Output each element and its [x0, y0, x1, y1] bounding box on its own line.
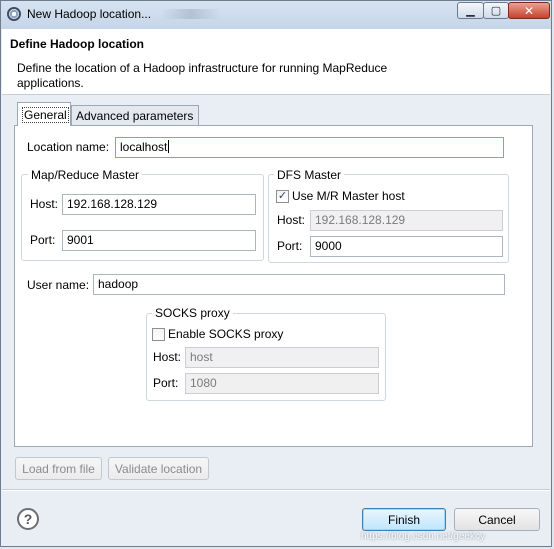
- mr-host-label: Host:: [30, 197, 59, 211]
- header-banner: Define Hadoop location Define the locati…: [2, 29, 550, 95]
- help-icon[interactable]: ?: [17, 508, 39, 530]
- user-name-label: User name:: [27, 278, 90, 292]
- validate-location-button[interactable]: Validate location: [108, 457, 209, 480]
- close-icon: ✕: [523, 3, 535, 18]
- text-caret: [168, 140, 170, 153]
- socks-proxy-legend: SOCKS proxy: [152, 306, 233, 320]
- tab-general-label: General: [22, 106, 69, 123]
- page-description: Define the location of a Hadoop infrastr…: [17, 61, 388, 90]
- minimize-button[interactable]: ▁: [457, 2, 484, 19]
- tab-advanced-parameters[interactable]: Advanced parameters: [71, 105, 199, 126]
- finish-button[interactable]: Finish: [362, 508, 446, 531]
- socks-host-label: Host:: [153, 350, 182, 364]
- maximize-icon: ▢: [490, 5, 502, 17]
- watermark-text: https://blog.csdn.net/geekcy: [361, 531, 485, 542]
- tab-general[interactable]: General: [17, 102, 71, 126]
- load-from-file-button[interactable]: Load from file: [15, 457, 102, 480]
- location-name-field[interactable]: localhost: [115, 137, 504, 158]
- socks-port-value: 1080: [190, 376, 217, 390]
- dialog-window: New Hadoop location... ▁ ▢ ✕ Define Hado…: [0, 0, 552, 547]
- mr-port-value: 9001: [67, 233, 94, 247]
- user-name-field[interactable]: hadoop: [93, 274, 505, 295]
- eclipse-icon: [7, 7, 21, 21]
- socks-host-value: host: [190, 350, 213, 364]
- maximize-button[interactable]: ▢: [483, 2, 509, 19]
- help-glyph: ?: [23, 511, 33, 527]
- socks-port-field[interactable]: 1080: [185, 373, 379, 394]
- use-mr-master-host-label: Use M/R Master host: [292, 189, 405, 203]
- location-name-value: localhost: [120, 140, 168, 154]
- footer-divider: [2, 489, 550, 491]
- mr-port-field[interactable]: 9001: [62, 230, 256, 251]
- dfs-host-value: 192.168.128.129: [315, 213, 406, 227]
- title-bar[interactable]: New Hadoop location... ▁ ▢ ✕: [1, 1, 551, 29]
- enable-socks-proxy-label: Enable SOCKS proxy: [168, 327, 284, 341]
- blurred-title-area: [161, 9, 221, 19]
- window-title: New Hadoop location...: [27, 7, 152, 21]
- mr-host-value: 192.168.128.129: [67, 197, 158, 211]
- dfs-port-field[interactable]: 9000: [310, 236, 503, 257]
- user-name-value: hadoop: [98, 277, 139, 291]
- general-tab-panel: Location name: localhost Map/Reduce Mast…: [14, 125, 533, 447]
- dfs-port-value: 9000: [315, 239, 342, 253]
- dfs-master-legend: DFS Master: [274, 168, 345, 182]
- cancel-button[interactable]: Cancel: [454, 508, 540, 531]
- page-title: Define Hadoop location: [10, 37, 145, 51]
- dfs-host-label: Host:: [277, 213, 306, 227]
- mr-port-label: Port:: [30, 233, 56, 247]
- mr-master-legend: Map/Reduce Master: [28, 168, 143, 182]
- dfs-host-field[interactable]: 192.168.128.129: [310, 210, 503, 231]
- socks-host-field[interactable]: host: [185, 347, 379, 368]
- checkmark-icon: ✓: [277, 190, 288, 202]
- close-button[interactable]: ✕: [508, 2, 550, 19]
- tab-advanced-label: Advanced parameters: [76, 109, 194, 123]
- minimize-icon: ▁: [466, 5, 475, 17]
- location-name-label: Location name:: [27, 140, 110, 154]
- use-mr-master-host-checkbox[interactable]: ✓: [276, 190, 289, 203]
- dfs-port-label: Port:: [277, 239, 303, 253]
- mr-host-field[interactable]: 192.168.128.129: [62, 194, 256, 215]
- socks-port-label: Port:: [153, 376, 179, 390]
- enable-socks-proxy-checkbox[interactable]: [152, 328, 165, 341]
